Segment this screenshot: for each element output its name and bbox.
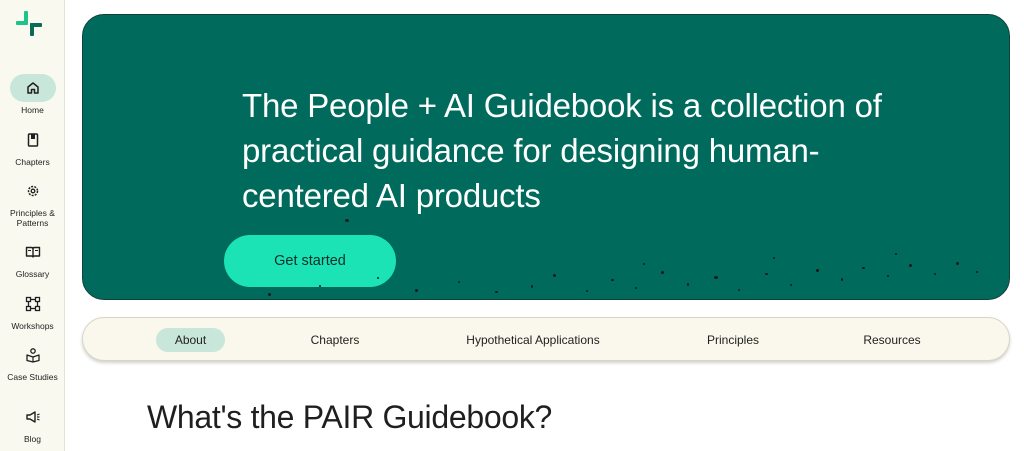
tab-hypothetical-applications[interactable]: Hypothetical Applications [449, 328, 617, 352]
reader-icon [10, 341, 56, 369]
sidebar-item-home[interactable]: Home [0, 74, 65, 115]
home-icon [9, 74, 56, 102]
get-started-button[interactable]: Get started [224, 235, 396, 287]
sidebar-item-label: Case Studies [7, 372, 58, 382]
hero-banner: The People + AI Guidebook is a collectio… [82, 14, 1010, 300]
sidebar-item-glossary[interactable]: Glossary [0, 238, 65, 279]
sidebar-item-chapters[interactable]: Chapters [0, 126, 65, 167]
tab-chapters[interactable]: Chapters [293, 328, 377, 352]
sidebar-item-label: Principles & Patterns [10, 208, 55, 228]
sidebar-item-label: Workshops [11, 321, 54, 331]
sidebar-item-case-studies[interactable]: Case Studies [0, 341, 65, 382]
tab-resources[interactable]: Resources [847, 328, 937, 352]
sidebar-item-blog[interactable]: Blog [0, 403, 65, 444]
sidebar-item-label: Glossary [15, 269, 50, 279]
section-tabs: About Chapters Hypothetical Applications… [82, 317, 1010, 361]
megaphone-icon [10, 403, 56, 431]
sidebar-item-workshops[interactable]: Workshops [0, 290, 65, 331]
sidebar-item-label: Home [21, 105, 44, 115]
sidebar-item-label: Chapters [15, 157, 50, 167]
book-icon [10, 126, 56, 154]
sidebar: Home Chapters Principles & Patterns Glos… [0, 0, 65, 451]
open-book-icon [10, 238, 56, 266]
hero-title: The People + AI Guidebook is a collectio… [242, 87, 882, 214]
section-title: What's the PAIR Guidebook? [147, 399, 553, 435]
pair-logo-icon[interactable] [15, 11, 45, 37]
gear-icon [10, 177, 56, 205]
tab-principles[interactable]: Principles [690, 328, 776, 352]
sidebar-item-label: Blog [23, 434, 41, 444]
tab-about[interactable]: About [156, 328, 225, 352]
nodes-icon [10, 290, 56, 318]
sidebar-item-principles-patterns[interactable]: Principles & Patterns [0, 177, 65, 228]
